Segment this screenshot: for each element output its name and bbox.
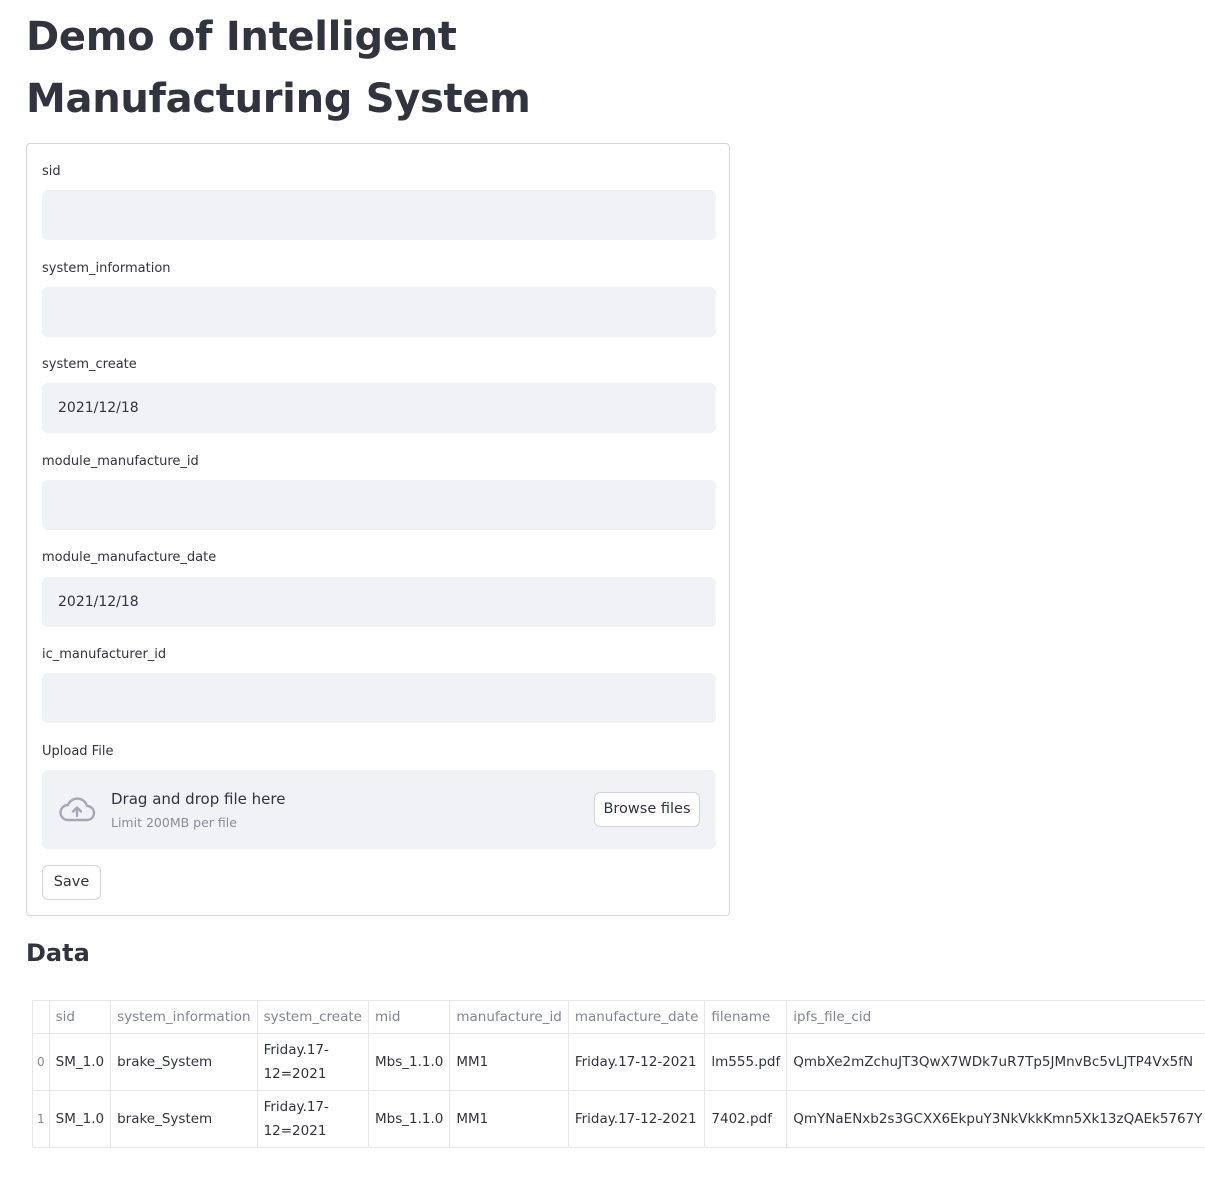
system-create-input[interactable] — [42, 383, 716, 433]
browse-files-button[interactable]: Browse files — [594, 792, 700, 827]
system-create-label: system_create — [42, 357, 137, 372]
module-manufacture-date-input[interactable] — [42, 577, 716, 627]
cell-system-information[interactable]: brake_System — [110, 1090, 258, 1148]
save-button[interactable]: Save — [42, 865, 101, 900]
module-manufacture-id-input[interactable] — [42, 480, 716, 530]
column-header-system-information[interactable]: system_information — [110, 1000, 258, 1034]
ic-manufacturer-id-label: ic_manufacturer_id — [42, 647, 167, 662]
cell-system-create[interactable]: Friday.17-12=2021 — [256, 1033, 369, 1091]
column-header-manufacture-date[interactable]: manufacture_date — [567, 1000, 706, 1034]
column-header-manufacture-id[interactable]: manufacture_id — [449, 1000, 569, 1034]
entry-form: sid system_information system_create mod… — [26, 143, 730, 916]
file-dropzone[interactable]: Drag and drop file here Limit 200MB per … — [42, 770, 716, 849]
cell-filename[interactable]: lm555.pdf — [704, 1033, 788, 1091]
cell-mid[interactable]: Mbs_1.1.0 — [367, 1033, 451, 1091]
sid-label: sid — [42, 164, 61, 179]
upload-file-label: Upload File — [42, 744, 114, 759]
data-section-title: Data — [26, 939, 90, 967]
column-header-filename[interactable]: filename — [704, 1000, 788, 1034]
cell-manufacture-id[interactable]: MM1 — [449, 1033, 569, 1091]
cell-ipfs-file-cid[interactable]: QmbXe2mZchuJT3QwX7WDk7uR7Tp5JMnvBc5vLJTP… — [786, 1033, 1205, 1091]
dropzone-limit: Limit 200MB per file — [111, 815, 237, 830]
cell-sid[interactable]: SM_1.0 — [48, 1033, 112, 1091]
dropzone-title: Drag and drop file here — [111, 790, 286, 808]
cell-filename[interactable]: 7402.pdf — [704, 1090, 788, 1148]
system-information-label: system_information — [42, 261, 171, 276]
sid-input[interactable] — [42, 190, 716, 240]
cell-manufacture-date[interactable]: Friday.17-12-2021 — [567, 1090, 706, 1148]
row-index: 0 — [32, 1033, 50, 1091]
row-index: 1 — [32, 1090, 50, 1148]
cell-system-create[interactable]: Friday.17-12=2021 — [256, 1090, 369, 1148]
cell-sid[interactable]: SM_1.0 — [48, 1090, 112, 1148]
module-manufacture-date-label: module_manufacture_date — [42, 550, 217, 565]
data-table: sid system_information system_create mid… — [32, 1000, 1205, 1148]
ic-manufacturer-id-input[interactable] — [42, 673, 716, 723]
table-row: 0 SM_1.0 brake_System Friday.17-12=2021 … — [32, 1033, 1205, 1091]
column-header-mid[interactable]: mid — [367, 1000, 451, 1034]
cell-system-information[interactable]: brake_System — [110, 1033, 258, 1091]
cell-ipfs-file-cid[interactable]: QmYNaENxb2s3GCXX6EkpuY3NkVkkKmn5Xk13zQAE… — [786, 1090, 1205, 1148]
table-row: 1 SM_1.0 brake_System Friday.17-12=2021 … — [32, 1090, 1205, 1148]
page-title: Demo of Intelligent Manufacturing System — [26, 14, 531, 122]
column-header-sid[interactable]: sid — [48, 1000, 112, 1034]
module-manufacture-id-label: module_manufacture_id — [42, 454, 199, 469]
column-header-system-create[interactable]: system_create — [256, 1000, 369, 1034]
cell-manufacture-id[interactable]: MM1 — [449, 1090, 569, 1148]
table-header-row: sid system_information system_create mid… — [32, 1000, 1205, 1034]
column-header-index[interactable] — [32, 1000, 50, 1034]
system-information-input[interactable] — [42, 287, 716, 337]
column-header-ipfs-file-cid[interactable]: ipfs_file_cid — [786, 1000, 1205, 1034]
cell-mid[interactable]: Mbs_1.1.0 — [367, 1090, 451, 1148]
cloud-upload-icon — [59, 797, 96, 822]
cell-manufacture-date[interactable]: Friday.17-12-2021 — [567, 1033, 706, 1091]
